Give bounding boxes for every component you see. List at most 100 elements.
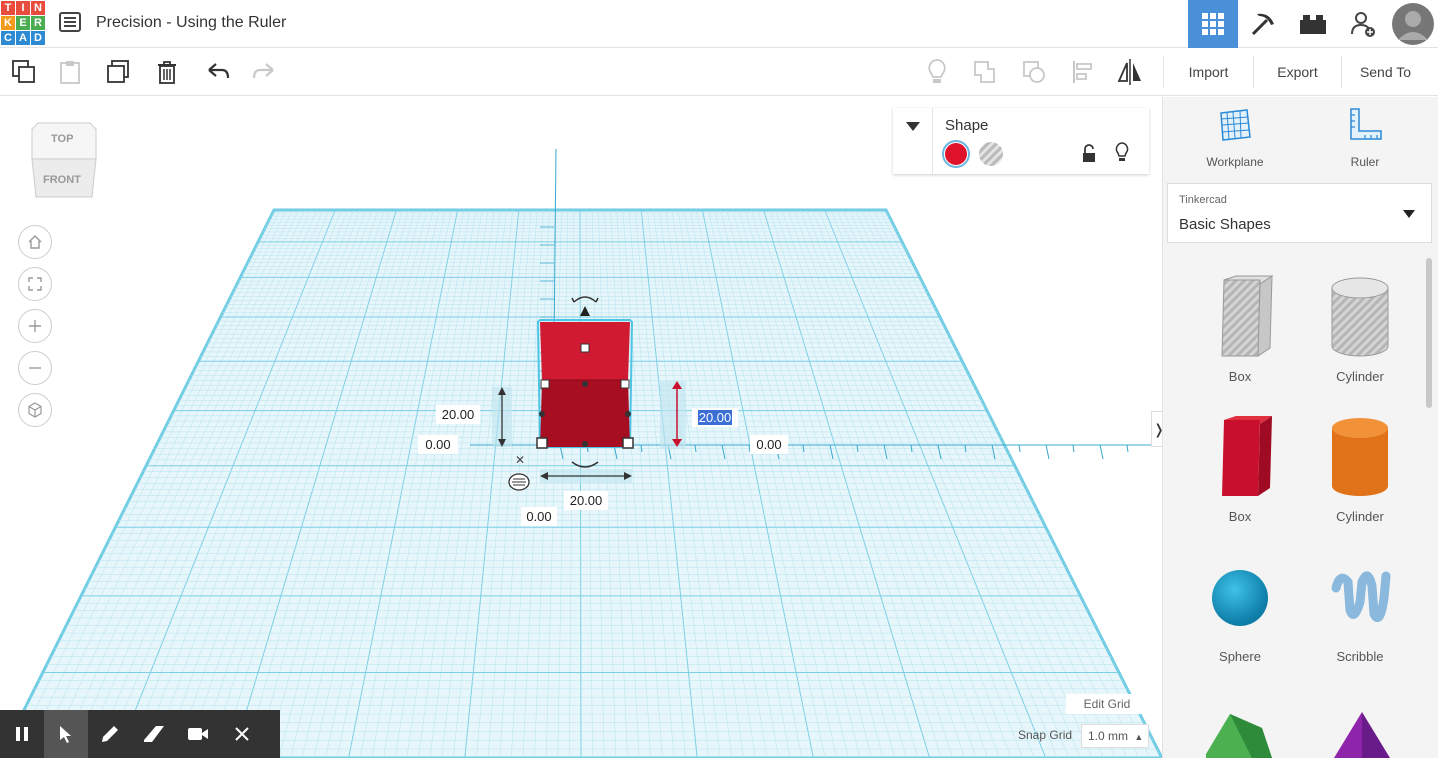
width-dimension[interactable]: 20.00 — [564, 491, 608, 510]
viewcube-front-label[interactable]: FRONT — [43, 174, 81, 186]
ruler-tool[interactable]: Ruler — [1305, 107, 1425, 169]
library-item-box[interactable]: Box — [1180, 412, 1300, 524]
undo-icon[interactable] — [204, 58, 232, 86]
list-menu-icon[interactable] — [58, 10, 82, 34]
collapse-caret-icon[interactable] — [893, 108, 933, 174]
elevation-dimension[interactable]: 0.00 — [418, 435, 458, 454]
snap-grid-select[interactable]: 1.0 mm ▲ — [1081, 724, 1149, 748]
library-item-box-hole[interactable]: Box — [1180, 272, 1300, 384]
caret-up-icon: ▲ — [1134, 732, 1144, 742]
shape-panel-title: Shape — [945, 117, 989, 134]
pause-icon[interactable] — [0, 710, 44, 758]
ruler-tick — [1045, 444, 1050, 460]
paste-icon[interactable] — [56, 58, 84, 86]
hole-swatch[interactable] — [979, 142, 1003, 166]
shape-library-dropdown[interactable]: Tinkercad Basic Shapes — [1167, 183, 1432, 243]
avatar[interactable] — [1388, 0, 1438, 48]
zoom-out-icon[interactable] — [18, 351, 52, 385]
edit-toolbar: Import Export Send To — [0, 48, 1438, 96]
ruler-origin-icon[interactable] — [507, 472, 531, 492]
camera-icon[interactable] — [176, 710, 220, 758]
add-user-icon[interactable] — [1338, 0, 1388, 48]
library-item-label: Cylinder — [1336, 509, 1384, 524]
ruler-tick — [1018, 444, 1021, 453]
height-dimension-left[interactable]: 20.00 — [436, 405, 480, 424]
library-item-cylinder[interactable]: Cylinder — [1300, 412, 1420, 524]
panel-collapse-icon[interactable]: ❭ — [1151, 411, 1162, 447]
y-position-dimension[interactable]: 0.00 — [521, 507, 557, 526]
close-icon[interactable] — [220, 710, 264, 758]
library-item-scribble[interactable]: Scribble — [1300, 552, 1420, 664]
pickaxe-icon[interactable] — [1238, 0, 1288, 48]
x-position-dimension[interactable]: 0.00 — [750, 435, 788, 454]
bottom-toolbar — [0, 710, 280, 758]
fit-view-icon[interactable] — [18, 267, 52, 301]
pen-icon[interactable] — [88, 710, 132, 758]
dropdown-caret-icon — [1403, 210, 1415, 218]
cylinder-icon — [1332, 418, 1388, 496]
group-icon[interactable] — [971, 58, 999, 86]
mirror-icon[interactable] — [1116, 58, 1144, 86]
eraser-icon[interactable] — [132, 710, 176, 758]
library-selected: Basic Shapes — [1179, 216, 1271, 233]
ruler-close-icon[interactable]: ✕ — [515, 453, 525, 467]
viewcube-top-label[interactable]: TOP — [51, 133, 73, 145]
redo-icon[interactable] — [250, 58, 278, 86]
snap-grid-label: Snap Grid — [1018, 728, 1073, 742]
home-view-icon[interactable] — [18, 225, 52, 259]
logo-letter: E — [16, 16, 30, 30]
workplane-canvas[interactable]: TOP FRONT 20.00 0.00 20.00 0.00 20.00 0.… — [0, 97, 1162, 758]
library-scrollbar[interactable] — [1426, 258, 1432, 408]
box-hole-icon — [1221, 275, 1274, 357]
roof-shape-icon[interactable] — [1200, 708, 1280, 758]
library-item-label: Box — [1228, 509, 1252, 524]
workplane-label: Workplane — [1206, 155, 1264, 169]
visibility-bulb-icon[interactable] — [1114, 142, 1130, 164]
import-button[interactable]: Import — [1163, 56, 1253, 88]
library-provider: Tinkercad — [1179, 194, 1227, 206]
sphere-icon — [1212, 570, 1268, 626]
align-icon[interactable] — [1069, 58, 1097, 86]
shape-inspector: Shape — [893, 108, 1149, 174]
delete-icon[interactable] — [153, 58, 181, 86]
perspective-icon[interactable] — [18, 393, 52, 427]
library-item-sphere[interactable]: Sphere — [1180, 552, 1300, 664]
height-value-selected[interactable]: 20.00 — [697, 410, 733, 425]
logo-letter: N — [31, 1, 45, 15]
lock-icon[interactable] — [1081, 144, 1097, 164]
copy-icon[interactable] — [10, 58, 38, 86]
library-item-label: Box — [1228, 369, 1252, 384]
send-to-button[interactable]: Send To — [1341, 56, 1429, 88]
lightbulb-icon[interactable] — [923, 58, 951, 86]
tinkercad-logo[interactable]: T I N K E R C A D — [1, 1, 45, 45]
pointer-icon[interactable] — [44, 710, 88, 758]
pyramid-shape-icon[interactable] — [1322, 708, 1402, 758]
ruler-icon — [1350, 108, 1382, 140]
duplicate-icon[interactable] — [104, 58, 132, 86]
design-title[interactable]: Precision - Using the Ruler — [96, 14, 286, 32]
logo-letter: C — [1, 31, 15, 45]
grid-view-icon[interactable] — [1188, 0, 1238, 48]
snap-grid-value: 1.0 mm — [1088, 729, 1129, 743]
ruler-tick — [1099, 444, 1104, 460]
ungroup-icon[interactable] — [1020, 58, 1048, 86]
ruler-tick — [1072, 444, 1075, 453]
edit-grid-button[interactable]: Edit Grid — [1066, 694, 1148, 714]
logo-letter: I — [16, 1, 30, 15]
height-dimension-input[interactable]: 20.00 — [692, 408, 738, 427]
export-button[interactable]: Export — [1253, 56, 1341, 88]
logo-letter: K — [1, 16, 15, 30]
library-item-label: Cylinder — [1336, 369, 1384, 384]
library-item-cylinder-hole[interactable]: Cylinder — [1300, 272, 1420, 384]
ruler-label: Ruler — [1350, 155, 1380, 169]
cylinder-hole-icon — [1331, 277, 1389, 357]
top-bar: T I N K E R C A D Precision - Using the … — [0, 0, 1438, 48]
zoom-in-icon[interactable] — [18, 309, 52, 343]
workplane-tool[interactable]: Workplane — [1175, 107, 1295, 169]
brick-icon[interactable] — [1288, 0, 1338, 48]
logo-letter: D — [31, 31, 45, 45]
logo-letter: R — [31, 16, 45, 30]
library-item-label: Sphere — [1219, 649, 1261, 664]
solid-color-swatch[interactable] — [942, 140, 970, 168]
logo-letter: T — [1, 1, 15, 15]
